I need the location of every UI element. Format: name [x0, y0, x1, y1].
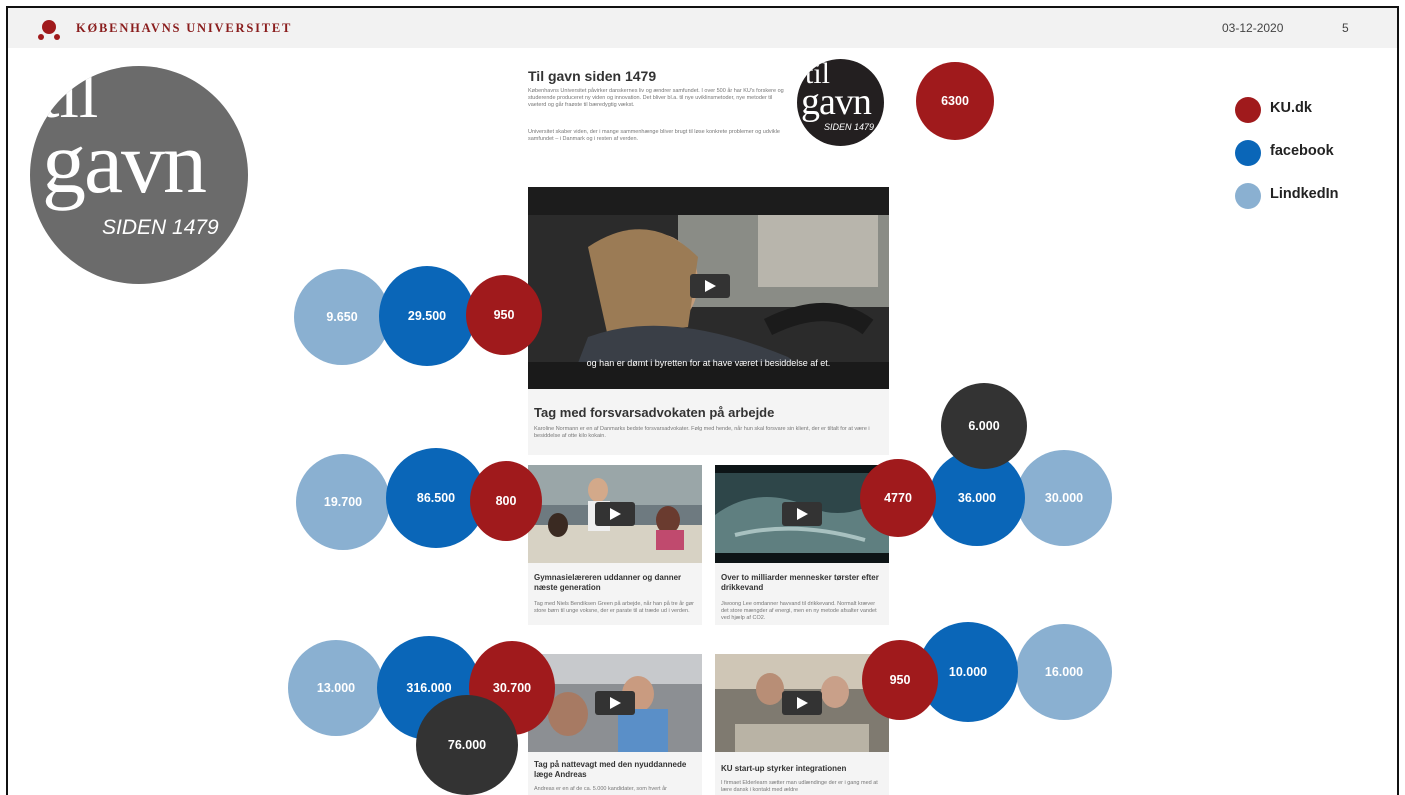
small-seal-line3: SIDEN 1479: [824, 122, 875, 132]
bubble-lawyer-linkedin: 9.650: [294, 269, 390, 365]
card-desc-lawyer: Karoline Normann er en af Danmarks bedst…: [534, 426, 870, 439]
doctor-video-card[interactable]: Tag på nattevagt med den nyuddannede læg…: [528, 654, 702, 795]
play-button-icon[interactable]: [595, 502, 635, 526]
page-number: 5: [1342, 21, 1349, 35]
video-subtitle: og han er dømt i byretten for at have væ…: [586, 358, 831, 368]
bubble-doctor-linkedin: 13.000: [288, 640, 384, 736]
bubble-water-kudk: 4770: [860, 459, 936, 537]
legend-facebook-label: facebook: [1270, 143, 1334, 159]
legend-facebook-dot: [1235, 140, 1261, 166]
seal-text-line3: SIDEN 1479: [102, 216, 219, 239]
til-gavn-seal-large: til gavn SIDEN 1479: [30, 66, 248, 284]
play-button-icon[interactable]: [782, 691, 822, 715]
bubble-water-linkedin: 30.000: [1016, 450, 1112, 546]
bubble-lawyer-kudk: 950: [466, 275, 542, 355]
bubble-startup-linkedin: 16.000: [1016, 624, 1112, 720]
teacher-video-card[interactable]: Gymnasielæreren uddanner og danner næste…: [528, 465, 702, 625]
bubble-teacher-linkedin: 19.700: [296, 454, 390, 550]
bubble-intro-kudk: 6300: [916, 62, 994, 140]
play-button-icon[interactable]: [782, 502, 822, 526]
slide-date: 03-12-2020: [1222, 21, 1284, 35]
card-title-teacher[interactable]: Gymnasielæreren uddanner og danner næste…: [534, 573, 696, 593]
til-gavn-seal-small: til gavn SIDEN 1479: [797, 59, 884, 146]
play-button-icon[interactable]: [690, 274, 730, 298]
card-desc-startup: I firmaet Elderlearn sætter man udlændin…: [721, 780, 878, 793]
seal-text-line2: gavn: [42, 115, 207, 212]
intro-paragraph-1: Københavns Universitet påvirker danskern…: [528, 88, 784, 108]
bubble-startup-kudk: 950: [862, 640, 938, 720]
bubble-water-other: 6.000: [941, 383, 1027, 469]
university-name: KØBENHAVNS UNIVERSITET: [76, 21, 293, 35]
bubble-doctor-other: 76.000: [416, 695, 518, 795]
card-desc-water: Jiwoong Lee omdanner havvand til drikkev…: [721, 601, 877, 621]
legend-kudk-label: KU.dk: [1270, 100, 1312, 116]
main-video-card[interactable]: og han er dømt i byretten for at have væ…: [528, 187, 889, 455]
intro-title: Til gavn siden 1479: [528, 68, 657, 84]
small-seal-line2: gavn: [801, 81, 872, 123]
intro-paragraph-2: Universitet skaber viden, der i mange sa…: [528, 129, 780, 142]
card-title-water[interactable]: Over to milliarder mennesker tørster eft…: [721, 573, 883, 593]
card-title-doctor[interactable]: Tag på nattevagt med den nyuddannede læg…: [534, 760, 696, 780]
bubble-teacher-kudk: 800: [470, 461, 542, 541]
card-desc-doctor: Andreas er en af de ca. 5.000 kandidater…: [534, 786, 667, 792]
card-desc-teacher: Tag med Niels Bendiksen Green på arbejde…: [534, 601, 694, 614]
university-logo-icon: [38, 20, 60, 40]
legend-kudk-dot: [1235, 97, 1261, 123]
legend-linkedin-label: LindkedIn: [1270, 186, 1339, 202]
play-button-icon[interactable]: [595, 691, 635, 715]
legend-linkedin-dot: [1235, 183, 1261, 209]
card-title-lawyer[interactable]: Tag med forsvarsadvokaten på arbejde: [534, 405, 774, 420]
bubble-lawyer-facebook: 29.500: [379, 266, 475, 366]
card-title-startup[interactable]: KU start-up styrker integrationen: [721, 764, 883, 773]
